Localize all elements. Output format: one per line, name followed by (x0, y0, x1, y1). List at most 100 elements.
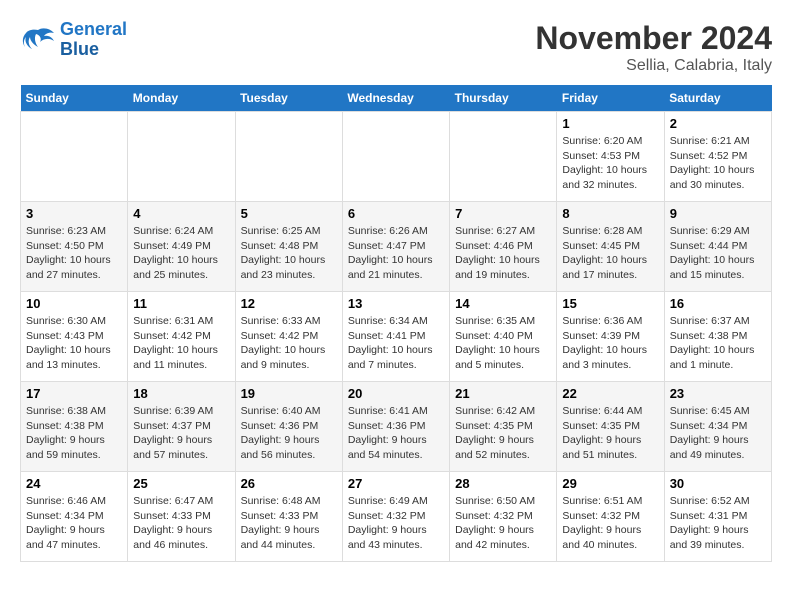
day-info: Sunrise: 6:21 AMSunset: 4:52 PMDaylight:… (670, 134, 766, 193)
day-info: Sunrise: 6:29 AMSunset: 4:44 PMDaylight:… (670, 224, 766, 283)
calendar-cell (128, 112, 235, 202)
day-info: Sunrise: 6:37 AMSunset: 4:38 PMDaylight:… (670, 314, 766, 373)
day-number: 10 (26, 296, 122, 311)
day-number: 23 (670, 386, 766, 401)
calendar-cell: 10 Sunrise: 6:30 AMSunset: 4:43 PMDayligh… (21, 292, 128, 382)
calendar-cell: 21 Sunrise: 6:42 AMSunset: 4:35 PMDayligh… (450, 382, 557, 472)
day-number: 16 (670, 296, 766, 311)
day-number: 21 (455, 386, 551, 401)
day-header-tuesday: Tuesday (235, 85, 342, 112)
calendar-cell (450, 112, 557, 202)
calendar-cell: 8Sunrise: 6:28 AMSunset: 4:45 PMDaylight… (557, 202, 664, 292)
calendar-cell: 30 Sunrise: 6:52 AMSunset: 4:31 PMDayligh… (664, 472, 771, 562)
day-info: Sunrise: 6:30 AMSunset: 4:43 PMDaylight:… (26, 314, 122, 373)
day-number: 20 (348, 386, 444, 401)
day-info: Sunrise: 6:36 AMSunset: 4:39 PMDaylight:… (562, 314, 658, 373)
calendar-cell: 12Sunrise: 6:33 AMSunset: 4:42 PMDayligh… (235, 292, 342, 382)
day-header-monday: Monday (128, 85, 235, 112)
logo: General Blue (20, 20, 127, 60)
day-header-thursday: Thursday (450, 85, 557, 112)
day-number: 5 (241, 206, 337, 221)
day-number: 6 (348, 206, 444, 221)
day-number: 15 (562, 296, 658, 311)
day-info: Sunrise: 6:48 AMSunset: 4:33 PMDaylight:… (241, 494, 337, 553)
calendar-cell: 16 Sunrise: 6:37 AMSunset: 4:38 PMDayligh… (664, 292, 771, 382)
day-number: 12 (241, 296, 337, 311)
day-number: 14 (455, 296, 551, 311)
location: Sellia, Calabria, Italy (535, 57, 772, 75)
calendar-cell: 15 Sunrise: 6:36 AMSunset: 4:39 PMDayligh… (557, 292, 664, 382)
day-info: Sunrise: 6:52 AMSunset: 4:31 PMDaylight:… (670, 494, 766, 553)
day-number: 4 (133, 206, 229, 221)
day-number: 1 (562, 116, 658, 131)
month-title: November 2024 (535, 20, 772, 57)
calendar-cell: 6 Sunrise: 6:26 AMSunset: 4:47 PMDaylight… (342, 202, 449, 292)
day-info: Sunrise: 6:44 AMSunset: 4:35 PMDaylight:… (562, 404, 658, 463)
calendar-cell: 17Sunrise: 6:38 AMSunset: 4:38 PMDayligh… (21, 382, 128, 472)
day-info: Sunrise: 6:35 AMSunset: 4:40 PMDaylight:… (455, 314, 551, 373)
day-header-saturday: Saturday (664, 85, 771, 112)
day-info: Sunrise: 6:24 AMSunset: 4:49 PMDaylight:… (133, 224, 229, 283)
calendar-week-row: 10 Sunrise: 6:30 AMSunset: 4:43 PMDayligh… (21, 292, 772, 382)
day-header-wednesday: Wednesday (342, 85, 449, 112)
day-info: Sunrise: 6:40 AMSunset: 4:36 PMDaylight:… (241, 404, 337, 463)
day-info: Sunrise: 6:45 AMSunset: 4:34 PMDaylight:… (670, 404, 766, 463)
calendar-cell: 27 Sunrise: 6:49 AMSunset: 4:32 PMDayligh… (342, 472, 449, 562)
calendar-cell: 25 Sunrise: 6:47 AMSunset: 4:33 PMDayligh… (128, 472, 235, 562)
calendar-cell: 19 Sunrise: 6:40 AMSunset: 4:36 PMDayligh… (235, 382, 342, 472)
calendar-cell: 18 Sunrise: 6:39 AMSunset: 4:37 PMDayligh… (128, 382, 235, 472)
day-info: Sunrise: 6:47 AMSunset: 4:33 PMDaylight:… (133, 494, 229, 553)
day-info: Sunrise: 6:28 AMSunset: 4:45 PMDaylight:… (562, 224, 658, 283)
day-number: 3 (26, 206, 122, 221)
day-info: Sunrise: 6:34 AMSunset: 4:41 PMDaylight:… (348, 314, 444, 373)
day-info: Sunrise: 6:25 AMSunset: 4:48 PMDaylight:… (241, 224, 337, 283)
day-info: Sunrise: 6:27 AMSunset: 4:46 PMDaylight:… (455, 224, 551, 283)
day-number: 24 (26, 476, 122, 491)
logo-icon (20, 25, 56, 55)
day-info: Sunrise: 6:49 AMSunset: 4:32 PMDaylight:… (348, 494, 444, 553)
calendar-cell: 2 Sunrise: 6:21 AMSunset: 4:52 PMDaylight… (664, 112, 771, 202)
day-number: 13 (348, 296, 444, 311)
calendar-cell: 22 Sunrise: 6:44 AMSunset: 4:35 PMDayligh… (557, 382, 664, 472)
day-number: 7 (455, 206, 551, 221)
day-number: 28 (455, 476, 551, 491)
calendar-week-row: 1 Sunrise: 6:20 AMSunset: 4:53 PMDaylight… (21, 112, 772, 202)
day-info: Sunrise: 6:42 AMSunset: 4:35 PMDaylight:… (455, 404, 551, 463)
day-info: Sunrise: 6:39 AMSunset: 4:37 PMDaylight:… (133, 404, 229, 463)
day-number: 11 (133, 296, 229, 311)
day-info: Sunrise: 6:41 AMSunset: 4:36 PMDaylight:… (348, 404, 444, 463)
calendar-header-row: SundayMondayTuesdayWednesdayThursdayFrid… (21, 85, 772, 112)
calendar-cell: 9 Sunrise: 6:29 AMSunset: 4:44 PMDaylight… (664, 202, 771, 292)
day-number: 18 (133, 386, 229, 401)
page-header: General Blue November 2024 Sellia, Calab… (20, 20, 772, 75)
title-section: November 2024 Sellia, Calabria, Italy (535, 20, 772, 75)
day-number: 27 (348, 476, 444, 491)
day-number: 30 (670, 476, 766, 491)
day-number: 22 (562, 386, 658, 401)
calendar-cell: 24 Sunrise: 6:46 AMSunset: 4:34 PMDayligh… (21, 472, 128, 562)
day-info: Sunrise: 6:51 AMSunset: 4:32 PMDaylight:… (562, 494, 658, 553)
day-number: 29 (562, 476, 658, 491)
day-info: Sunrise: 6:46 AMSunset: 4:34 PMDaylight:… (26, 494, 122, 553)
calendar-cell: 11Sunrise: 6:31 AMSunset: 4:42 PMDayligh… (128, 292, 235, 382)
calendar-cell: 7 Sunrise: 6:27 AMSunset: 4:46 PMDaylight… (450, 202, 557, 292)
day-info: Sunrise: 6:50 AMSunset: 4:32 PMDaylight:… (455, 494, 551, 553)
calendar-cell (21, 112, 128, 202)
calendar-cell: 5 Sunrise: 6:25 AMSunset: 4:48 PMDaylight… (235, 202, 342, 292)
day-number: 2 (670, 116, 766, 131)
calendar-cell: 26Sunrise: 6:48 AMSunset: 4:33 PMDayligh… (235, 472, 342, 562)
calendar-cell: 28 Sunrise: 6:50 AMSunset: 4:32 PMDayligh… (450, 472, 557, 562)
day-info: Sunrise: 6:20 AMSunset: 4:53 PMDaylight:… (562, 134, 658, 193)
calendar-cell: 13 Sunrise: 6:34 AMSunset: 4:41 PMDayligh… (342, 292, 449, 382)
calendar-cell: 1 Sunrise: 6:20 AMSunset: 4:53 PMDaylight… (557, 112, 664, 202)
calendar-cell (342, 112, 449, 202)
day-number: 25 (133, 476, 229, 491)
day-number: 9 (670, 206, 766, 221)
calendar-cell (235, 112, 342, 202)
day-info: Sunrise: 6:26 AMSunset: 4:47 PMDaylight:… (348, 224, 444, 283)
logo-text: General Blue (60, 20, 127, 60)
day-number: 19 (241, 386, 337, 401)
day-number: 17 (26, 386, 122, 401)
calendar-cell: 20 Sunrise: 6:41 AMSunset: 4:36 PMDayligh… (342, 382, 449, 472)
calendar-cell: 23 Sunrise: 6:45 AMSunset: 4:34 PMDayligh… (664, 382, 771, 472)
